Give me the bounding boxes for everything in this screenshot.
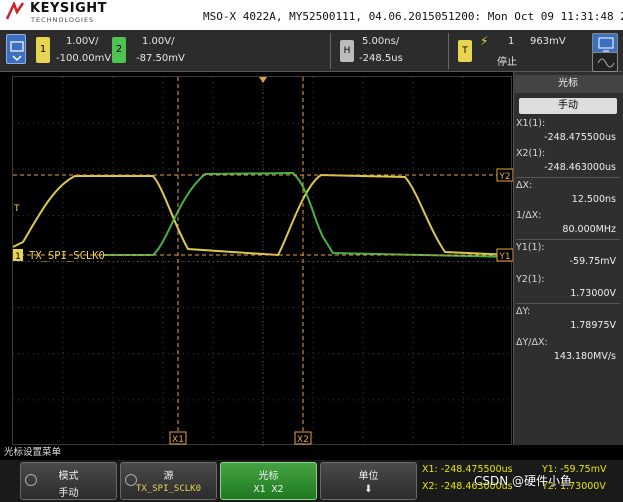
trigger-level-marker: T — [13, 204, 20, 214]
divider — [516, 303, 620, 304]
ch2-offset: -87.50mV — [136, 53, 185, 64]
keysight-logo-icon — [6, 2, 24, 20]
acquisition-status: 停止 — [497, 57, 517, 68]
divider — [516, 177, 620, 178]
softkey-menu-title: 光标设置菜单 — [0, 446, 623, 460]
softkey-mode[interactable]: 模式 手动 — [20, 462, 117, 500]
timebase: 5.00ns/ — [362, 36, 400, 47]
softkey-units-title: 单位 — [358, 471, 379, 482]
brand-subtitle: TECHNOLOGIES — [31, 16, 95, 24]
ch1-badge[interactable]: 1 — [36, 37, 50, 63]
softkey-cursors-title: 光标 — [258, 471, 279, 482]
trigger-badge[interactable]: T — [458, 40, 472, 62]
trigger-edge-icon: ⚡ — [480, 34, 489, 48]
slope-label: ΔY/ΔX: — [516, 337, 548, 348]
cursor-mode-button[interactable]: 手动 — [519, 98, 617, 114]
waveform-display[interactable]: X1 X2 Y2 Y1 TX_SPI_SCLK0 1 T — [12, 76, 514, 446]
trigger-source: 1 — [508, 36, 515, 47]
divider — [448, 33, 449, 69]
trigger-position-marker — [259, 77, 267, 83]
inv-delta-x-value: 80.000MHz — [562, 224, 616, 235]
watermark: CSDN @硬件小鱼 — [474, 474, 573, 488]
menu-button[interactable] — [6, 34, 26, 64]
instrument-info: MSO-X 4022A, MY52500111, 04.06.201505120… — [203, 10, 623, 23]
trigger-level: 963mV — [530, 36, 566, 47]
x1-value: -248.475500us — [544, 132, 616, 143]
softkey-units[interactable]: 单位 ⬇ — [320, 462, 417, 500]
cursor-x1-label: X1 — [172, 435, 184, 445]
ch1-scale: 1.00V/ — [66, 36, 99, 47]
channel-label: TX_SPI_SCLK0 — [29, 250, 105, 262]
horizontal-delay: -248.5us — [359, 53, 403, 64]
brand-name: KEYSIGHT — [30, 1, 107, 16]
horizontal-badge[interactable]: H — [340, 40, 354, 62]
rotate-knob-icon — [125, 474, 137, 486]
softkey-source-value: TX_SPI_SCLK0 — [135, 484, 202, 494]
delta-y-value: 1.78975V — [570, 320, 616, 331]
divider — [516, 239, 620, 240]
softkey-source[interactable]: 源 TX_SPI_SCLK0 — [120, 462, 217, 500]
inv-delta-x-label: 1/ΔX: — [516, 210, 542, 221]
delta-y-label: ΔY: — [516, 306, 531, 317]
cursor-y2-label: Y2 — [498, 172, 510, 182]
softkey-cursors-value: X1 X2 — [253, 484, 284, 495]
waveform-canvas: X1 X2 Y2 Y1 TX_SPI_SCLK0 1 T — [12, 77, 514, 446]
cursor-x2-label: X2 — [297, 435, 309, 445]
x2-value: -248.463000us — [544, 162, 616, 173]
rotate-knob-icon — [25, 474, 37, 486]
side-panel-title: 光标 — [513, 75, 623, 93]
menu-icon — [10, 41, 24, 62]
ch1-ground-marker: 1 — [15, 252, 21, 262]
monitor-icon — [598, 37, 614, 52]
wave-gen-button[interactable] — [592, 52, 618, 72]
waveform-icon — [597, 58, 615, 68]
cursor-y1-label: Y1 — [498, 252, 510, 262]
x2-label: X2(1): — [516, 148, 546, 159]
x1-label: X1(1): — [516, 118, 546, 129]
y2-value: 1.73000V — [570, 288, 616, 299]
arrow-down-icon: ⬇ — [364, 484, 373, 495]
slope-value: 143.180MV/s — [553, 351, 616, 362]
ch2-scale: 1.00V/ — [142, 36, 175, 47]
ch2-badge[interactable]: 2 — [112, 37, 126, 63]
y1-value: -59.75mV — [569, 256, 616, 267]
screen-capture-button[interactable] — [592, 33, 618, 53]
softkey-cursors[interactable]: 光标 X1 X2 — [220, 462, 317, 500]
delta-x-label: ΔX: — [516, 180, 533, 191]
softkey-mode-value: 手动 — [58, 488, 79, 499]
y1-label: Y1(1): — [516, 242, 545, 253]
divider — [330, 33, 331, 69]
y2-label: Y2(1): — [516, 274, 545, 285]
ch1-offset: -100.00mV — [56, 53, 112, 64]
delta-x-value: 12.500ns — [571, 194, 616, 205]
